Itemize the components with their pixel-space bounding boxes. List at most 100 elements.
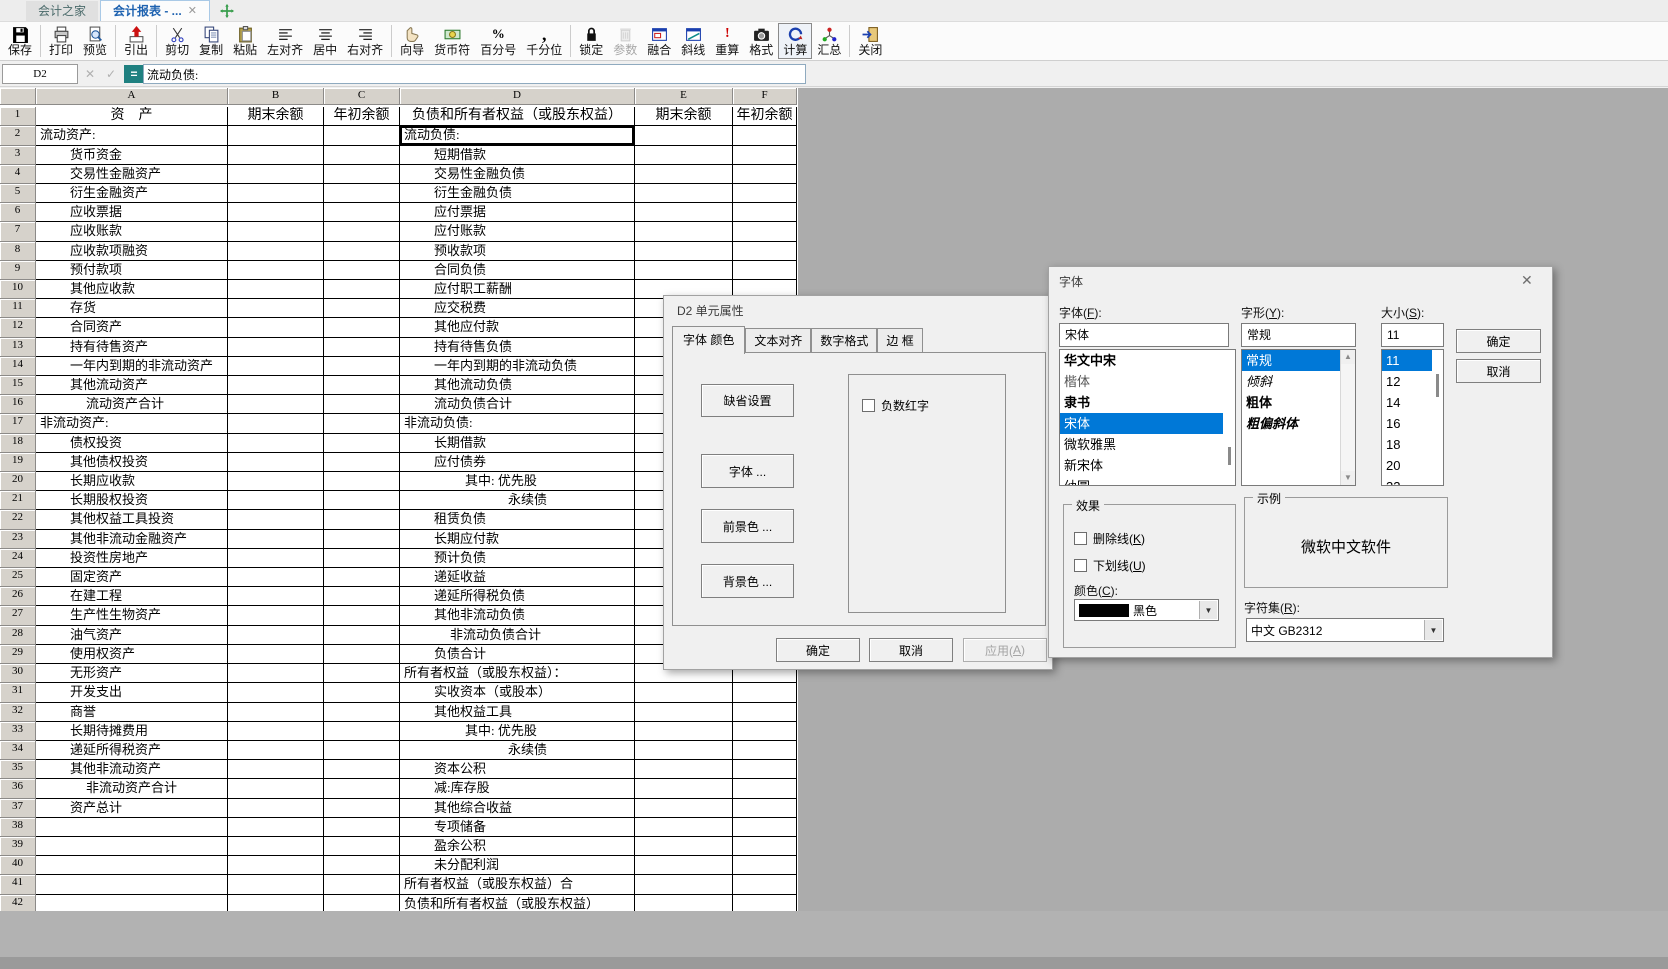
charset-combo[interactable]: 中文 GB2312 ▼ (1246, 618, 1444, 642)
cell-D33[interactable]: 其中: 优先股 (400, 722, 635, 741)
cell-C37[interactable] (324, 799, 400, 818)
row-header-32[interactable]: 32 (0, 703, 36, 722)
diagonal-button[interactable]: 斜线 (676, 23, 710, 59)
cell-B24[interactable] (228, 549, 324, 568)
font-style-list[interactable]: 常规倾斜粗体粗偏斜体 ▲ ▼ (1241, 349, 1356, 486)
row-header-38[interactable]: 38 (0, 818, 36, 837)
cell-C27[interactable] (324, 606, 400, 625)
font-ok-button[interactable]: 确定 (1456, 329, 1541, 353)
thousands-button[interactable]: ,千分位 (521, 23, 567, 59)
cell-B30[interactable] (228, 664, 324, 683)
row-header-20[interactable]: 20 (0, 472, 36, 491)
cell-E35[interactable] (635, 760, 733, 779)
cell-A4[interactable]: 交易性金融资产 (36, 165, 228, 184)
cell-C23[interactable] (324, 530, 400, 549)
cell-E2[interactable] (635, 126, 733, 145)
row-header-23[interactable]: 23 (0, 530, 36, 549)
row-header-41[interactable]: 41 (0, 875, 36, 894)
cell-C9[interactable] (324, 261, 400, 280)
font-name-field[interactable]: 宋体 (1059, 323, 1229, 347)
cell-B36[interactable] (228, 779, 324, 798)
row-header-10[interactable]: 10 (0, 280, 36, 299)
cell-D13[interactable]: 持有待售负债 (400, 338, 635, 357)
color-dropdown-icon[interactable]: ▼ (1199, 601, 1217, 619)
cell-A31[interactable]: 开发支出 (36, 683, 228, 702)
scroll-down-icon[interactable]: ▼ (1341, 471, 1355, 485)
cell-A8[interactable]: 应收款项融资 (36, 242, 228, 261)
cell-C34[interactable] (324, 741, 400, 760)
cell-C39[interactable] (324, 837, 400, 856)
cell-B38[interactable] (228, 818, 324, 837)
cell-A9[interactable]: 预付款项 (36, 261, 228, 280)
tab-accounting-home[interactable]: 会计之家 (26, 1, 98, 21)
cell-B39[interactable] (228, 837, 324, 856)
cell-D14[interactable]: 一年内到期的非流动负债 (400, 357, 635, 376)
cell-C6[interactable] (324, 203, 400, 222)
cell-C31[interactable] (324, 683, 400, 702)
cell-D40[interactable]: 未分配利润 (400, 856, 635, 875)
row-header-1[interactable]: 1 (0, 107, 36, 126)
cell-E8[interactable] (635, 242, 733, 261)
cell-A22[interactable]: 其他权益工具投资 (36, 510, 228, 529)
cell-F6[interactable] (733, 203, 797, 222)
cell-D28[interactable]: 非流动负债合计 (400, 626, 635, 645)
cell-A1[interactable]: 资 产 (36, 107, 228, 126)
font-option-2[interactable]: 隶书 (1060, 392, 1235, 413)
cell-E4[interactable] (635, 165, 733, 184)
cell-A7[interactable]: 应收账款 (36, 222, 228, 241)
cell-E40[interactable] (635, 856, 733, 875)
cell-D18[interactable]: 长期借款 (400, 434, 635, 453)
align-right-button[interactable]: 右对齐 (342, 23, 388, 59)
cell-A30[interactable]: 无形资产 (36, 664, 228, 683)
cell-B1[interactable]: 期末余额 (228, 107, 324, 126)
cell-F8[interactable] (733, 242, 797, 261)
cell-B17[interactable] (228, 414, 324, 433)
cell-E7[interactable] (635, 222, 733, 241)
style-option-3[interactable]: 粗偏斜体 (1242, 413, 1355, 434)
color-combo[interactable]: 黑色 ▼ (1074, 599, 1219, 621)
cell-E37[interactable] (635, 799, 733, 818)
cell-properties-tab-2[interactable]: 数字格式 (811, 328, 877, 353)
cell-D3[interactable]: 短期借款 (400, 146, 635, 165)
cell-F35[interactable] (733, 760, 797, 779)
row-header-28[interactable]: 28 (0, 626, 36, 645)
cell-A6[interactable]: 应收票据 (36, 203, 228, 222)
cell-B11[interactable] (228, 299, 324, 318)
cell-B22[interactable] (228, 510, 324, 529)
close-app-button[interactable]: 关闭 (853, 23, 887, 59)
row-header-21[interactable]: 21 (0, 491, 36, 510)
cell-C21[interactable] (324, 491, 400, 510)
size-list-scrollbar[interactable] (1432, 350, 1443, 485)
cell-E38[interactable] (635, 818, 733, 837)
row-header-16[interactable]: 16 (0, 395, 36, 414)
cell-B29[interactable] (228, 645, 324, 664)
cell-F37[interactable] (733, 799, 797, 818)
cell-A29[interactable]: 使用权资产 (36, 645, 228, 664)
cell-D24[interactable]: 预计负债 (400, 549, 635, 568)
formula-cancel-icon[interactable]: ✕ (81, 65, 99, 83)
cell-A5[interactable]: 衍生金融资产 (36, 184, 228, 203)
cell-A17[interactable]: 非流动资产: (36, 414, 228, 433)
row-header-30[interactable]: 30 (0, 664, 36, 683)
cell-C13[interactable] (324, 338, 400, 357)
col-header-C[interactable]: C (324, 88, 400, 105)
cell-C8[interactable] (324, 242, 400, 261)
cell-F4[interactable] (733, 165, 797, 184)
col-header-E[interactable]: E (635, 88, 733, 105)
col-header-B[interactable]: B (228, 88, 324, 105)
negative-red-checkbox[interactable] (862, 399, 875, 412)
merge-button[interactable]: 融合 (642, 23, 676, 59)
cell-A16[interactable]: 流动资产合计 (36, 395, 228, 414)
cell-D34[interactable]: 永续债 (400, 741, 635, 760)
cell-F40[interactable] (733, 856, 797, 875)
cell-C15[interactable] (324, 376, 400, 395)
cell-F5[interactable] (733, 184, 797, 203)
cell-D38[interactable]: 专项储备 (400, 818, 635, 837)
row-header-29[interactable]: 29 (0, 645, 36, 664)
row-header-3[interactable]: 3 (0, 146, 36, 165)
cell-B41[interactable] (228, 875, 324, 894)
cell-A11[interactable]: 存货 (36, 299, 228, 318)
cell-C12[interactable] (324, 318, 400, 337)
row-header-37[interactable]: 37 (0, 799, 36, 818)
save-button[interactable]: 保存 (3, 23, 37, 59)
